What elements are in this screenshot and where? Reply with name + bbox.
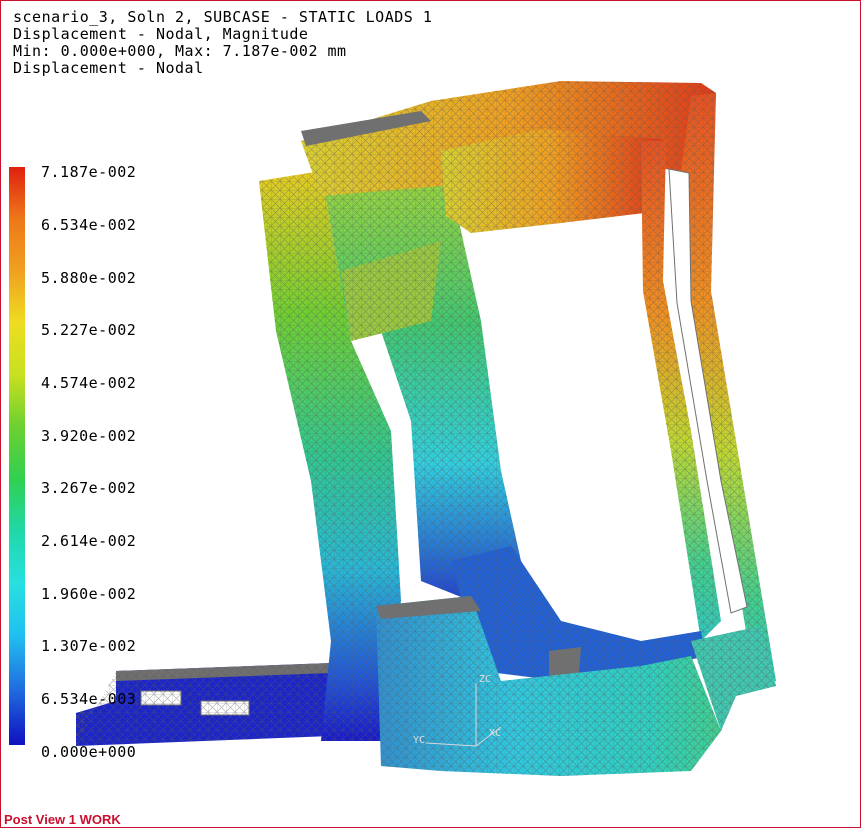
front-crossbar bbox=[441, 129, 661, 233]
legend-label: 5.227e-002 bbox=[41, 321, 137, 339]
view-status-label: Post View 1 WORK bbox=[4, 812, 121, 827]
legend-label: 5.880e-002 bbox=[41, 269, 137, 287]
legend-label: 1.307e-002 bbox=[41, 637, 137, 655]
right-arm-outer bbox=[668, 93, 776, 691]
legend-label: 4.574e-002 bbox=[41, 374, 137, 392]
legend-label: 3.920e-002 bbox=[41, 427, 137, 445]
legend-label: 2.614e-002 bbox=[41, 532, 137, 550]
legend-label: 0.000e+000 bbox=[41, 743, 137, 761]
legend-label: 1.960e-002 bbox=[41, 585, 137, 603]
legend-label: 6.534e-003 bbox=[41, 690, 137, 708]
triad-y-label: YC bbox=[413, 735, 425, 746]
color-legend-bar bbox=[9, 167, 25, 745]
legend-label: 7.187e-002 bbox=[41, 163, 137, 181]
triad-z-label: ZC bbox=[479, 674, 491, 685]
triad-x-label: XC bbox=[489, 728, 501, 739]
legend-label: 3.267e-002 bbox=[41, 479, 137, 497]
legend-label: 6.534e-002 bbox=[41, 216, 137, 234]
graphics-viewport[interactable]: scenario_3, Soln 2, SUBCASE - STATIC LOA… bbox=[0, 0, 861, 828]
